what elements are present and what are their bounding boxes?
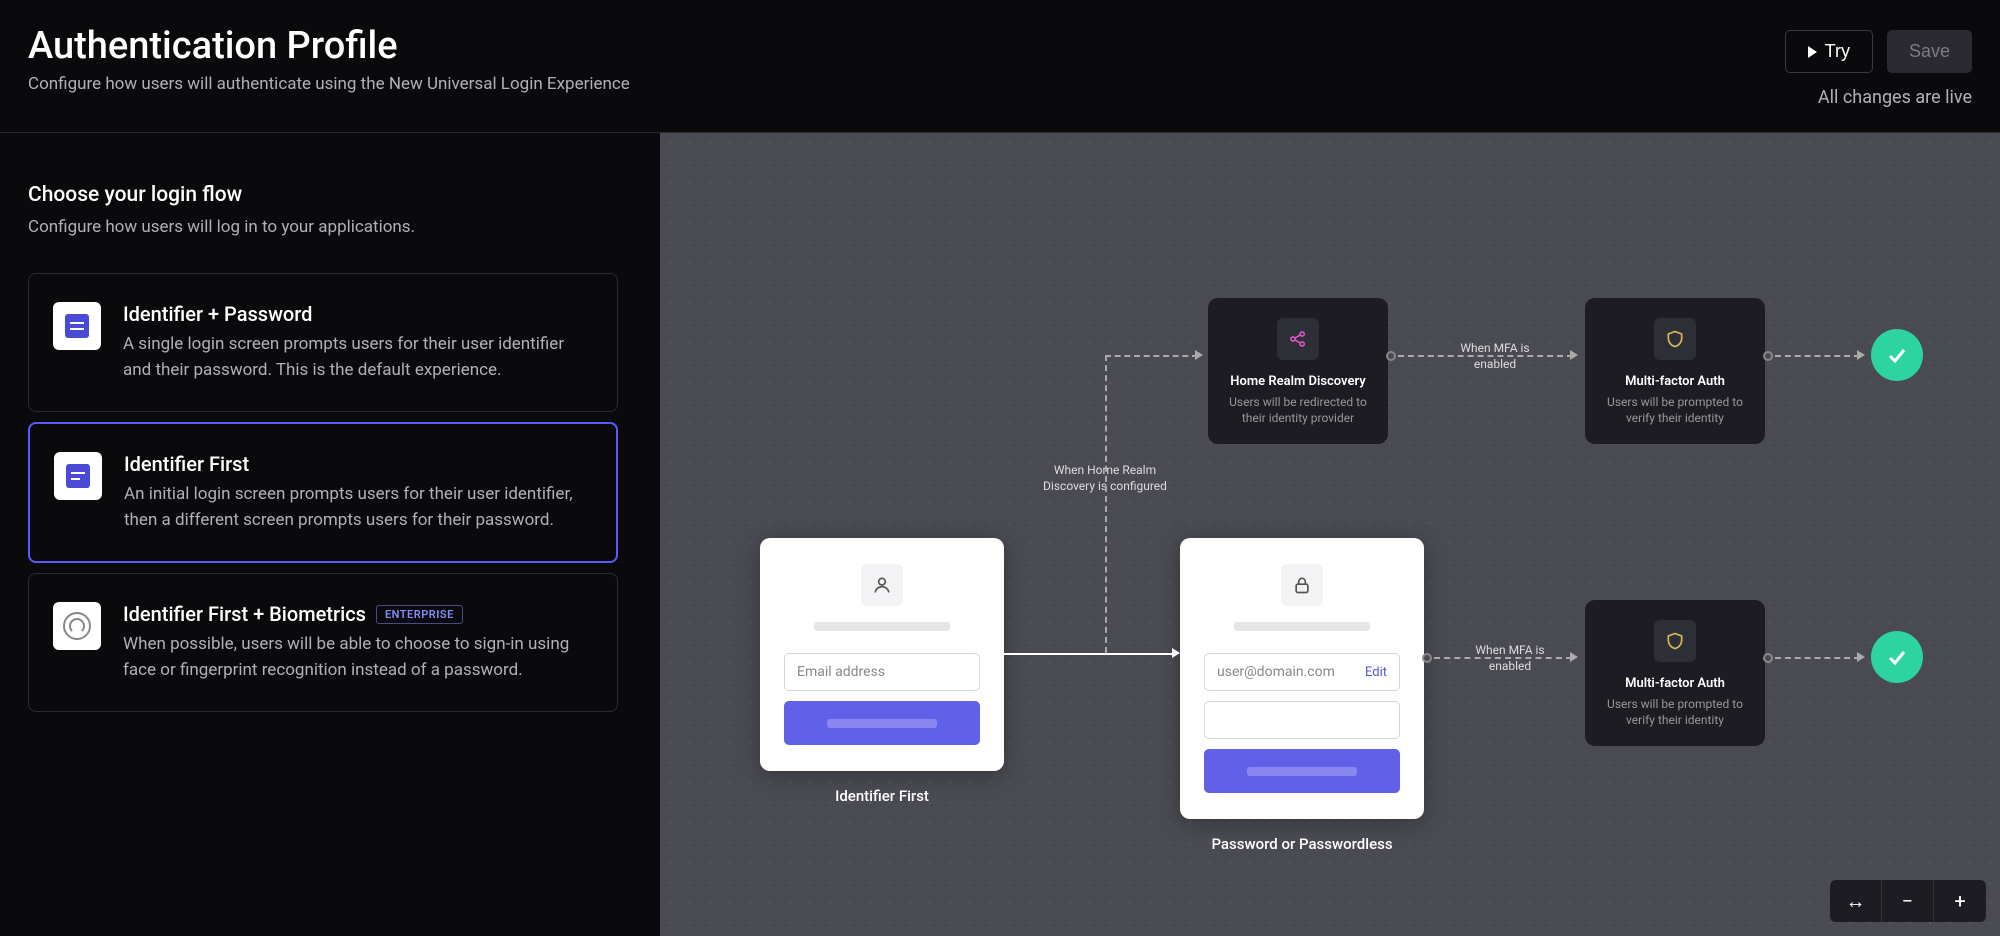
flow-card-label: Password or Passwordless [1180,835,1424,853]
main-content: Choose your login flow Configure how use… [0,133,2000,936]
port [1763,351,1773,361]
arrow-head-icon [1570,652,1578,662]
option-identifier-first[interactable]: Identifier First An initial login screen… [28,422,618,563]
option-identifier-biometrics[interactable]: Identifier First + Biometrics ENTERPRISE… [28,573,618,712]
connector [1775,355,1860,357]
node-mfa-top[interactable]: Multi-factor Auth Users will be prompted… [1585,298,1765,444]
sidebar-panel: Choose your login flow Configure how use… [0,133,660,936]
password-field [1204,701,1400,739]
user-icon [861,564,903,606]
end-node-bottom[interactable] [1871,631,1923,683]
save-button-label: Save [1909,41,1950,62]
connector [1775,657,1860,659]
skeleton-title [1234,622,1370,631]
email-field: Email address [784,653,980,691]
page-header: Authentication Profile Configure how use… [0,0,2000,133]
connector [1105,355,1107,653]
node-title: Multi-factor Auth [1599,374,1751,389]
node-mfa-bottom[interactable]: Multi-factor Auth Users will be prompted… [1585,600,1765,746]
option-title: Identifier First + Biometrics [123,602,366,626]
email-display-field: user@domain.com Edit [1204,653,1400,691]
node-home-realm-discovery[interactable]: Home Realm Discovery Users will be redir… [1208,298,1388,444]
page-title: Authentication Profile [28,24,630,68]
try-button-label: Try [1825,41,1850,62]
connector [1434,657,1572,659]
shield-icon [1654,318,1696,360]
lock-icon [1281,564,1323,606]
option-desc: A single login screen prompts users for … [123,332,593,383]
node-desc: Users will be redirected to their identi… [1222,394,1374,426]
connector [1398,355,1573,357]
arrow-head-icon [1195,350,1203,360]
enterprise-badge: ENTERPRISE [376,605,463,624]
sidebar-subheading: Configure how users will log in to your … [28,217,632,237]
node-title: Home Realm Discovery [1222,374,1374,389]
end-node-top[interactable] [1871,329,1923,381]
play-icon [1808,46,1817,58]
credential-icon [53,302,101,350]
port [1763,653,1773,663]
connector [1105,355,1198,357]
flow-card-identifier[interactable]: Email address Identifier First [760,538,1004,771]
node-title: Multi-factor Auth [1599,676,1751,691]
save-button[interactable]: Save [1887,30,1972,73]
fingerprint-icon [53,602,101,650]
fit-width-button[interactable]: ↔ [1830,880,1882,922]
header-actions: Try Save All changes are live [1785,30,1972,108]
node-desc: Users will be prompted to verify their i… [1599,394,1751,426]
submit-button-skeleton [1204,749,1400,793]
share-icon [1277,318,1319,360]
shield-icon [1654,620,1696,662]
header-title-block: Authentication Profile Configure how use… [28,24,630,94]
option-title: Identifier + Password [123,302,593,326]
option-title: Identifier First [124,452,592,476]
credential-icon [54,452,102,500]
page-subtitle: Configure how users will authenticate us… [28,74,630,94]
connector [1004,653,1176,655]
port [1422,653,1432,663]
arrow-head-icon [1857,652,1865,662]
option-identifier-password[interactable]: Identifier + Password A single login scr… [28,273,618,412]
edit-link[interactable]: Edit [1365,665,1387,680]
flow-card-password[interactable]: user@domain.com Edit Password or Passwor… [1180,538,1424,819]
submit-button-skeleton [784,701,980,745]
zoom-in-button[interactable]: + [1934,880,1986,922]
zoom-out-button[interactable]: − [1882,880,1934,922]
port [1386,351,1396,361]
flow-card-label: Identifier First [760,787,1004,805]
arrow-head-icon [1570,350,1578,360]
sidebar-heading: Choose your login flow [28,183,632,207]
status-text: All changes are live [1818,87,1972,108]
arrow-head-icon [1172,648,1180,658]
option-desc: When possible, users will be able to cho… [123,632,593,683]
arrow-head-icon [1857,350,1865,360]
canvas-controls: ↔ − + [1830,880,1986,922]
skeleton-title [814,622,950,631]
node-desc: Users will be prompted to verify their i… [1599,696,1751,728]
option-desc: An initial login screen prompts users fo… [124,482,592,533]
try-button[interactable]: Try [1785,30,1873,73]
flow-canvas[interactable]: Email address Identifier First user@doma… [660,133,2000,936]
